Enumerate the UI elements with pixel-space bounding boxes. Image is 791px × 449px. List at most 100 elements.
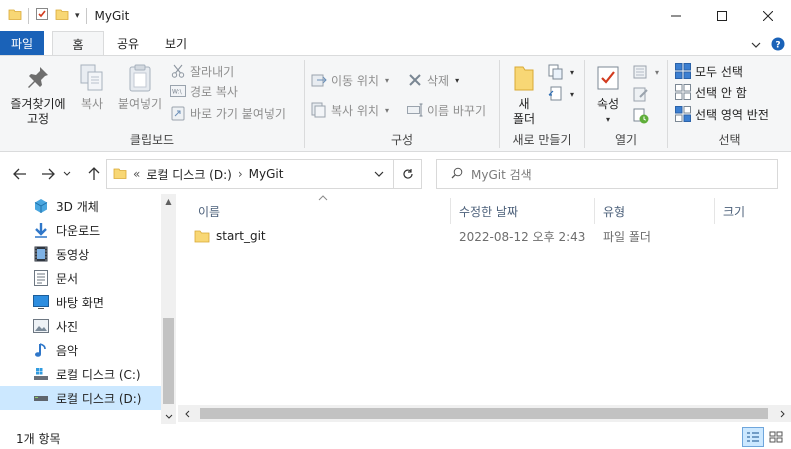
scroll-down-arrow-icon[interactable] [161,409,176,424]
nav-pane-scrollbar[interactable]: ▲ [161,194,176,424]
nav-item-desktop[interactable]: 바탕 화면 [0,290,162,314]
minimize-button[interactable] [653,0,699,31]
paste-button[interactable]: 붙여넣기 [114,62,166,112]
easy-access-button[interactable]: ▾ [548,84,574,104]
pin-label-line2: 고정 [26,112,50,126]
column-divider[interactable] [714,198,715,224]
maximize-button[interactable] [699,0,745,31]
up-button[interactable] [84,164,104,184]
rename-button[interactable]: 이름 바꾸기 [407,100,486,120]
nav-item-pictures[interactable]: 사진 [0,314,162,338]
nav-item-label: 로컬 디스크 (C:) [56,367,141,382]
copy-path-icon: W:\ [170,83,186,99]
details-view-button[interactable] [742,427,764,447]
properties-button[interactable]: 속성 ▾ [591,62,625,127]
delete-label: 삭제 [427,73,450,88]
select-none-button[interactable]: 선택 안 함 [675,82,747,102]
nav-pane-scroll-thumb[interactable] [163,318,174,404]
delete-button[interactable]: 삭제 ▾ [407,70,459,90]
cut-label: 잘라내기 [190,64,235,79]
open-button[interactable]: ▾ [633,62,659,82]
search-box[interactable]: MyGit 검색 [436,159,778,189]
select-none-icon [675,84,691,100]
tab-share[interactable]: 공유 [104,31,152,56]
customize-quick-access-icon[interactable]: ▾ [75,11,80,21]
move-to-button[interactable]: 이동 위치 ▾ [311,70,389,90]
select-all-label: 모두 선택 [695,64,743,79]
tab-home[interactable]: 홈 [52,31,104,56]
copy-button[interactable]: 복사 [74,62,110,112]
organize-group: 이동 위치 ▾ 복사 위치 ▾ 삭제 ▾ 이름 바꾸기 구성 [305,56,499,152]
select-all-button[interactable]: 모두 선택 [675,61,743,81]
address-history-icon[interactable] [373,167,385,181]
download-icon [32,221,50,239]
help-icon[interactable]: ? [771,37,785,54]
refresh-button[interactable] [394,159,422,189]
nav-item-music[interactable]: 음악 [0,338,162,362]
paste-shortcut-button[interactable]: 바로 가기 붙여넣기 [170,103,286,123]
edit-pencil-icon [633,86,649,102]
back-button[interactable] [10,164,30,184]
nav-item-3d-objects[interactable]: 3D 개체 [0,194,162,218]
breadcrumb-drive-d[interactable]: 로컬 디스크 (D:) [146,166,231,183]
scroll-left-arrow-icon[interactable] [178,405,195,422]
clipboard-group: 즐겨찾기에 고정 복사 붙여넣기 잘라내기 W:\ 경로 복사 바로 가기 붙여… [0,56,304,152]
dropdown-caret-icon: ▾ [455,75,460,85]
pictures-icon [32,317,50,335]
easy-access-icon [548,86,564,102]
history-button[interactable] [633,106,649,126]
recent-locations-button[interactable] [60,164,74,184]
address-bar[interactable]: « 로컬 디스크 (D:) › MyGit [106,159,394,189]
properties-quick-icon[interactable] [35,7,49,24]
new-item-button[interactable]: ▾ [548,62,574,82]
table-row[interactable]: start_git 2022-08-12 오후 2:43 파일 폴더 [194,224,784,248]
nav-item-downloads[interactable]: 다운로드 [0,218,162,242]
nav-item-label: 사진 [56,319,79,334]
column-header-name[interactable]: 이름 [198,198,220,224]
column-divider[interactable] [450,198,451,224]
invert-selection-icon [675,106,691,122]
edit-button[interactable] [633,84,649,104]
copy-to-icon [311,102,327,118]
nav-item-drive-d[interactable]: 로컬 디스크 (D:) [0,386,162,410]
new-folder-label-line1: 새 [518,97,530,111]
tab-view[interactable]: 보기 [152,31,200,56]
breadcrumb-mygit[interactable]: MyGit [249,167,284,181]
forward-button[interactable] [38,164,58,184]
large-icons-view-button[interactable] [765,427,787,447]
copy-to-button[interactable]: 복사 위치 ▾ [311,100,389,120]
scroll-right-arrow-icon[interactable] [774,405,791,422]
horizontal-scroll-thumb[interactable] [200,408,768,419]
column-header-modified[interactable]: 수정한 날짜 [459,198,518,224]
close-button[interactable] [745,0,791,31]
item-count: 1개 항목 [16,432,61,446]
column-divider[interactable] [594,198,595,224]
new-folder-button[interactable]: 새 폴더 [508,62,540,127]
copy-path-button[interactable]: W:\ 경로 복사 [170,81,238,101]
file-list-horizontal-scrollbar[interactable] [178,405,791,422]
file-type: 파일 폴더 [603,229,651,244]
scissors-icon [170,63,186,79]
expand-ribbon-icon[interactable] [751,39,761,53]
breadcrumb-separator[interactable]: › [238,167,243,181]
document-icon [32,269,50,287]
invert-selection-button[interactable]: 선택 영역 반전 [675,104,769,124]
copy-label: 복사 [80,97,104,111]
file-modified: 2022-08-12 오후 2:43 [459,229,586,244]
ribbon-options: ? [751,37,785,54]
column-header-type[interactable]: 유형 [603,198,625,224]
paste-label: 붙여넣기 [117,97,163,111]
column-header-size[interactable]: 크기 [723,198,745,224]
cut-button[interactable]: 잘라내기 [170,61,234,81]
nav-item-videos[interactable]: 동영상 [0,242,162,266]
breadcrumb-overflow[interactable]: « [133,167,140,181]
video-icon [32,245,50,263]
pin-to-quick-access-button[interactable]: 즐겨찾기에 고정 [6,62,70,127]
new-folder-quick-icon[interactable] [55,7,69,24]
nav-item-drive-c[interactable]: 로컬 디스크 (C:) [0,362,162,386]
tab-file[interactable]: 파일 [0,31,44,56]
scroll-up-arrow-icon[interactable]: ▲ [161,194,176,209]
nav-item-documents[interactable]: 문서 [0,266,162,290]
dropdown-caret-icon: ▾ [570,89,575,99]
window-title: MyGit [94,8,130,23]
